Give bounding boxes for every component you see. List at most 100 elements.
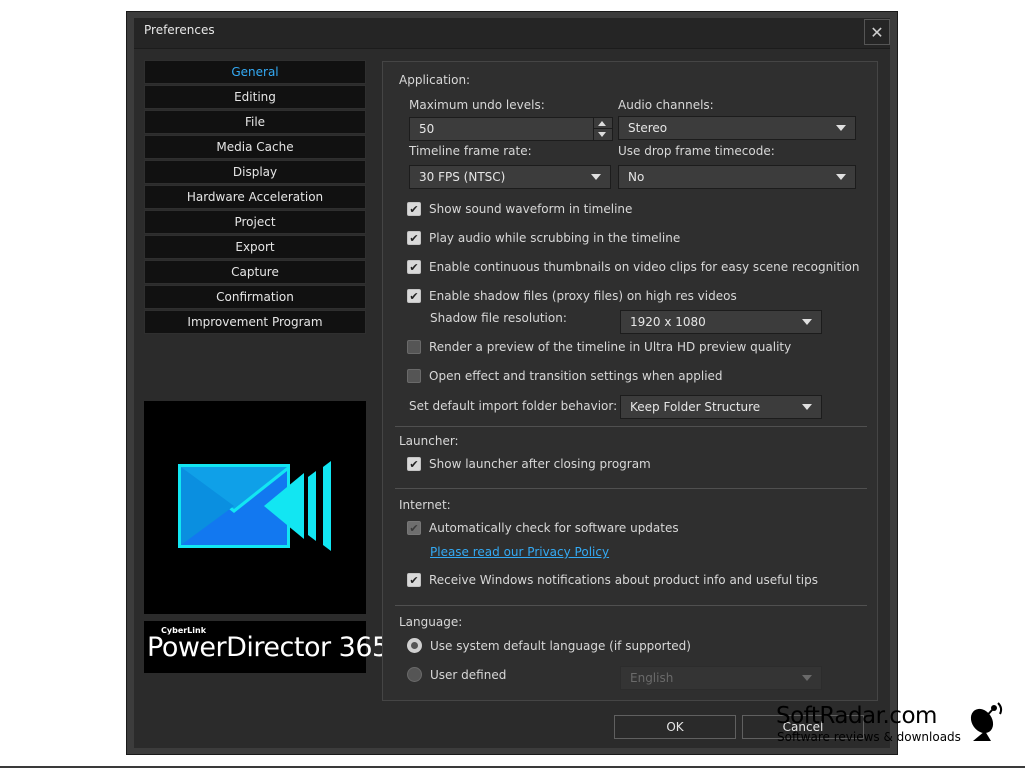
user-language-radio-row[interactable]: User defined (407, 667, 506, 682)
category-sidebar: General Editing File Media Cache Display… (144, 60, 366, 335)
sidebar-item-hardware-acceleration[interactable]: Hardware Acceleration (144, 185, 366, 209)
thumbnails-checkbox[interactable]: ✔ (407, 260, 421, 274)
chevron-down-icon (802, 675, 812, 681)
close-icon: ✕ (870, 22, 884, 42)
arrow-down-icon[interactable] (598, 132, 606, 137)
undo-levels-label: Maximum undo levels: (409, 98, 545, 112)
scrub-audio-checkbox[interactable]: ✔ (407, 231, 421, 245)
title-bar: Preferences ✕ (134, 18, 890, 49)
shadow-resolution-value: 1920 x 1080 (630, 315, 706, 329)
ok-button[interactable]: OK (614, 715, 736, 739)
system-language-radio-row[interactable]: Use system default language (if supporte… (407, 638, 691, 653)
audio-channels-select[interactable]: Stereo (618, 116, 856, 140)
satellite-dish-icon (970, 702, 1003, 741)
sidebar-item-project[interactable]: Project (144, 210, 366, 234)
stepper-divider (594, 128, 612, 129)
shadow-files-checkbox-row[interactable]: ✔ Enable shadow files (proxy files) on h… (407, 289, 737, 303)
thumbnails-label: Enable continuous thumbnails on video cl… (429, 260, 860, 274)
import-behavior-label: Set default import folder behavior: (409, 399, 618, 413)
frame-rate-select[interactable]: 30 FPS (NTSC) (409, 165, 611, 189)
updates-label: Automatically check for software updates (429, 521, 679, 535)
chevron-down-icon (591, 174, 601, 180)
audio-channels-label: Audio channels: (618, 98, 714, 112)
launcher-checkbox-row[interactable]: ✔ Show launcher after closing program (407, 457, 651, 471)
watermark-title: SoftRadar.com (776, 703, 937, 729)
general-settings-panel: Application: Maximum undo levels: 50 Aud… (382, 61, 878, 701)
effect-settings-label: Open effect and transition settings when… (429, 369, 723, 383)
arrow-up-icon[interactable] (598, 121, 606, 126)
drop-frame-select[interactable]: No (618, 165, 856, 189)
chevron-down-icon (802, 319, 812, 325)
notifications-label: Receive Windows notifications about prod… (429, 573, 818, 587)
dialog-title: Preferences (144, 23, 215, 37)
sidebar-item-media-cache[interactable]: Media Cache (144, 135, 366, 159)
sidebar-item-display[interactable]: Display (144, 160, 366, 184)
scrub-audio-checkbox-row[interactable]: ✔ Play audio while scrubbing in the time… (407, 231, 680, 245)
launcher-label: Show launcher after closing program (429, 457, 651, 471)
frame-rate-value: 30 FPS (NTSC) (419, 170, 506, 184)
drop-frame-label: Use drop frame timecode: (618, 144, 775, 158)
chevron-down-icon (836, 125, 846, 131)
shadow-resolution-label: Shadow file resolution: (430, 311, 567, 325)
application-section-label: Application: (399, 73, 471, 87)
effect-settings-checkbox-row[interactable]: Open effect and transition settings when… (407, 369, 723, 383)
user-language-value: English (630, 671, 674, 685)
frame-rate-label: Timeline frame rate: (409, 144, 532, 158)
preferences-dialog: Preferences ✕ General Editing File Media… (127, 12, 897, 754)
user-language-label: User defined (430, 667, 507, 682)
chevron-down-icon (802, 404, 812, 410)
shadow-resolution-select[interactable]: 1920 x 1080 (620, 310, 822, 334)
dialog-body: Preferences ✕ General Editing File Media… (134, 18, 890, 748)
uhd-preview-checkbox-row[interactable]: Render a preview of the timeline in Ultr… (407, 340, 791, 354)
watermark-subtitle: Software reviews & downloads (777, 730, 961, 744)
softradar-watermark: SoftRadar.com Software reviews & downloa… (775, 702, 1025, 749)
launcher-section-label: Launcher: (399, 434, 459, 448)
effect-settings-checkbox[interactable] (407, 369, 421, 383)
notifications-checkbox-row[interactable]: ✔ Receive Windows notifications about pr… (407, 573, 818, 587)
chevron-down-icon (836, 174, 846, 180)
sidebar-item-improvement-program[interactable]: Improvement Program (144, 310, 366, 334)
product-brand: CyberLink PowerDirector 365 (144, 621, 389, 673)
updates-checkbox: ✔ (407, 521, 421, 535)
divider (395, 605, 867, 606)
shadow-files-label: Enable shadow files (proxy files) on hig… (429, 289, 737, 303)
close-button[interactable]: ✕ (864, 19, 890, 45)
system-language-label: Use system default language (if supporte… (430, 638, 691, 653)
divider (395, 488, 867, 489)
system-language-radio[interactable] (407, 638, 422, 653)
thumbnails-checkbox-row[interactable]: ✔ Enable continuous thumbnails on video … (407, 260, 860, 274)
drop-frame-value: No (628, 170, 645, 184)
uhd-preview-checkbox[interactable] (407, 340, 421, 354)
user-language-select: English (620, 666, 822, 690)
waveform-label: Show sound waveform in timeline (429, 202, 633, 216)
undo-levels-value: 50 (419, 122, 435, 136)
sidebar-item-file[interactable]: File (144, 110, 366, 134)
undo-stepper-buttons[interactable] (593, 118, 612, 140)
waveform-checkbox[interactable]: ✔ (407, 202, 421, 216)
waveform-checkbox-row[interactable]: ✔ Show sound waveform in timeline (407, 202, 632, 216)
audio-channels-value: Stereo (628, 121, 668, 135)
language-section-label: Language: (399, 615, 463, 629)
import-behavior-select[interactable]: Keep Folder Structure (620, 395, 822, 419)
notifications-checkbox[interactable]: ✔ (407, 573, 421, 587)
uhd-preview-label: Render a preview of the timeline in Ultr… (429, 340, 792, 354)
sidebar-item-export[interactable]: Export (144, 235, 366, 259)
brand-product-name: PowerDirector 365 (147, 632, 389, 663)
powerdirector-logo-icon (178, 461, 331, 551)
launcher-checkbox[interactable]: ✔ (407, 457, 421, 471)
privacy-policy-link[interactable]: Please read our Privacy Policy (430, 545, 609, 559)
sidebar-item-editing[interactable]: Editing (144, 85, 366, 109)
undo-levels-stepper[interactable]: 50 (409, 117, 613, 141)
product-logo (144, 401, 366, 614)
scrub-audio-label: Play audio while scrubbing in the timeli… (429, 231, 681, 245)
divider (395, 426, 867, 427)
user-language-radio[interactable] (407, 667, 422, 682)
sidebar-item-confirmation[interactable]: Confirmation (144, 285, 366, 309)
import-behavior-value: Keep Folder Structure (630, 400, 761, 414)
updates-checkbox-row: ✔ Automatically check for software updat… (407, 521, 679, 535)
internet-section-label: Internet: (399, 498, 451, 512)
page-bottom-rule (0, 766, 1025, 768)
shadow-files-checkbox[interactable]: ✔ (407, 289, 421, 303)
sidebar-item-general[interactable]: General (144, 60, 366, 84)
sidebar-item-capture[interactable]: Capture (144, 260, 366, 284)
